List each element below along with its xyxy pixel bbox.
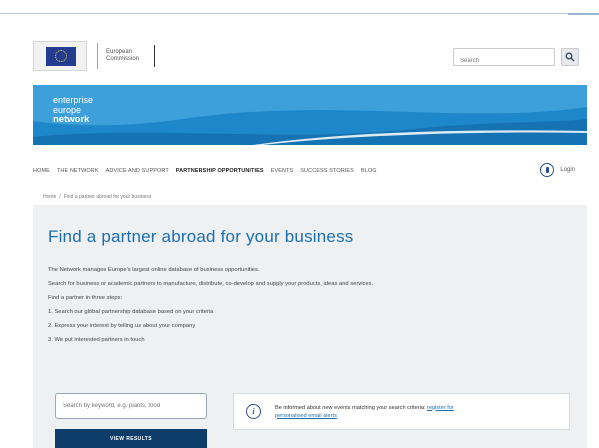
intro-text: The Network manages Europe's largest onl… <box>48 267 260 273</box>
nav-item-events[interactable]: EVENTS <box>271 168 294 174</box>
personalised-alerts-link[interactable]: personalised email alerts <box>275 413 337 419</box>
step-2: 2. Express your interest by telling us a… <box>48 323 196 329</box>
een-banner[interactable]: enterprise europe network <box>33 85 587 145</box>
top-divider <box>0 13 599 14</box>
page-title: Find a partner abroad for your business <box>48 227 354 246</box>
top-divider-cap <box>568 13 599 15</box>
een-logo-text: enterprise europe network <box>53 95 93 125</box>
step-1: 1. Search our global partnership databas… <box>48 309 214 315</box>
logo-text: European Commission <box>106 49 150 63</box>
breadcrumb: Home / Find a partner abroad for your bu… <box>33 191 587 203</box>
nav-item-success-stories[interactable]: SUCCESS STORIES <box>300 168 354 174</box>
alert-text: Be informed about new events matching yo… <box>275 404 454 420</box>
logo-line-1: European <box>106 49 133 55</box>
keyword-search-field[interactable] <box>55 393 207 419</box>
login-label: Login <box>560 167 575 173</box>
nav-item-advice-and-support[interactable]: ADVICE AND SUPPORT <box>106 168 169 174</box>
alert-message: Be informed about new events matching yo… <box>275 404 426 411</box>
login-link[interactable]: Login <box>540 163 575 177</box>
eu-flag-icon <box>33 41 87 71</box>
logo-divider <box>97 43 98 69</box>
european-commission-logo[interactable]: European Commission <box>33 39 155 73</box>
steps-intro: Find a partner in three steps: <box>48 295 123 301</box>
banner-line-3: network <box>53 114 90 125</box>
banner-line-1: enterprise <box>53 95 94 105</box>
nav-item-the-network[interactable]: THE NETWORK <box>57 168 99 174</box>
step-3: 3. We put interested partners in touch <box>48 337 145 343</box>
site-search-field[interactable] <box>453 48 555 69</box>
info-icon: i <box>246 404 261 419</box>
nav-item-home[interactable]: HOME <box>33 168 50 174</box>
nav-item-partnership-opportunities[interactable]: PARTNERSHIP OPPORTUNITIES <box>176 168 264 174</box>
search-button[interactable] <box>561 48 579 66</box>
keyword-search-input[interactable] <box>56 394 206 418</box>
email-alert-box: i Be informed about new events matching … <box>233 393 570 430</box>
main-content-panel: Find a partner abroad for your business … <box>33 205 587 448</box>
search-icon <box>565 52 575 62</box>
user-icon <box>540 163 555 177</box>
nav-item-blog[interactable]: BLOG <box>361 168 377 174</box>
eu-stars-ring <box>55 50 67 62</box>
banner-wave-graphic <box>33 85 587 145</box>
logo-line-2: Commission <box>106 56 140 62</box>
breadcrumb-home[interactable]: Home <box>43 194 56 200</box>
breadcrumb-current: Find a partner abroad for your business <box>63 194 152 200</box>
breadcrumb-separator: / <box>59 194 61 200</box>
site-header: European Commission <box>33 39 587 79</box>
logo-bar <box>154 45 155 67</box>
main-navigation: HOME THE NETWORK ADVICE AND SUPPORT PART… <box>33 160 587 182</box>
view-results-button[interactable]: VIEW RESULTS <box>55 429 207 448</box>
search-input[interactable] <box>454 53 554 69</box>
register-alerts-link[interactable]: register for <box>427 405 454 411</box>
description-text: Search for business or academic partners… <box>48 281 374 287</box>
